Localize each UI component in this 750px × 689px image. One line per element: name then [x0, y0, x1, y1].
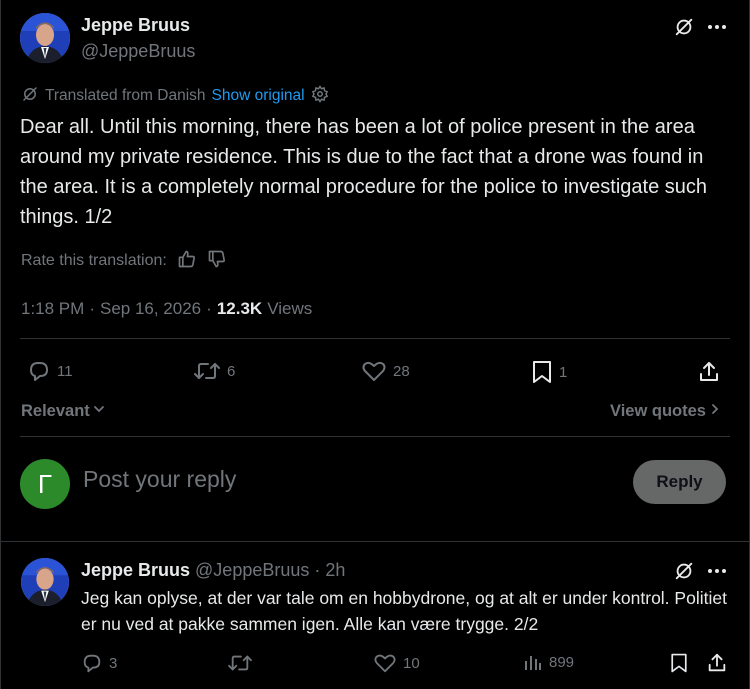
reply-repost-button[interactable]: [227, 652, 259, 674]
grok-translate-icon[interactable]: [671, 558, 697, 584]
more-icon[interactable]: [704, 558, 730, 584]
tweet-date[interactable]: Sep 16, 2026: [100, 299, 201, 319]
meta-separator: ·: [89, 299, 95, 318]
translation-notice: Translated from Danish Show original: [21, 84, 329, 108]
reply-icon: [27, 359, 51, 383]
views-label: Views: [267, 299, 313, 318]
reply-input[interactable]: Post your reply: [83, 466, 236, 493]
translated-from-label: Translated from Danish: [45, 87, 206, 104]
rate-label: Rate this translation:: [21, 252, 167, 269]
chevron-right-icon: [708, 402, 722, 421]
reply-reply-button[interactable]: 3: [81, 652, 117, 674]
reply-like-button[interactable]: 10: [373, 652, 420, 674]
tweet-text: Dear all. Until this morning, there has …: [20, 116, 708, 228]
chevron-down-icon: [92, 402, 106, 421]
author-name[interactable]: Jeppe Bruus: [81, 15, 190, 36]
repost-button[interactable]: 6: [193, 359, 235, 383]
author-avatar[interactable]: [20, 13, 70, 63]
reply-author-avatar[interactable]: [21, 558, 69, 606]
composer-avatar: Γ: [20, 459, 70, 509]
tweet-detail-page: Jeppe Bruus @JeppeBruus Translated from …: [0, 0, 750, 689]
translate-icon: [21, 85, 39, 108]
reply-header: Jeppe Bruus @JeppeBruus · 2h: [81, 560, 345, 581]
grok-translate-icon[interactable]: [671, 14, 697, 40]
thumbs-down-icon[interactable]: [207, 249, 227, 274]
view-quotes-label: View quotes: [610, 401, 706, 420]
divider: [20, 338, 730, 339]
reply-views-button[interactable]: 899: [523, 652, 574, 672]
like-icon: [361, 359, 387, 383]
divider: [1, 541, 749, 542]
sort-label: Relevant: [21, 401, 90, 420]
thumbs-up-icon[interactable]: [177, 249, 197, 274]
bookmark-icon[interactable]: [667, 651, 691, 675]
share-icon[interactable]: [695, 358, 723, 386]
reply-reply-count: 3: [109, 654, 118, 672]
reply-handle-time[interactable]: @JeppeBruus · 2h: [195, 560, 345, 581]
tweet-meta: 1:18 PM · Sep 16, 2026 · 12.3K Views: [21, 298, 312, 320]
reply-tweet-text: Jeg kan oplyse, at der var tale om en ho…: [81, 588, 727, 634]
divider: [20, 436, 730, 437]
share-icon[interactable]: [705, 651, 729, 675]
gear-icon[interactable]: [311, 84, 329, 108]
tweet-time[interactable]: 1:18 PM: [21, 299, 84, 319]
reply-author-name[interactable]: Jeppe Bruus: [81, 560, 190, 581]
more-icon[interactable]: [704, 14, 730, 40]
sort-dropdown[interactable]: Relevant: [21, 400, 106, 422]
like-button[interactable]: 28: [361, 359, 410, 383]
author-handle[interactable]: @JeppeBruus: [81, 41, 195, 62]
reply-icon: [81, 652, 103, 674]
reply-count: 11: [57, 362, 73, 380]
reply-submit-button[interactable]: Reply: [633, 460, 726, 504]
bookmark-icon: [531, 359, 553, 385]
bookmark-button[interactable]: 1: [531, 359, 567, 385]
views-icon: [523, 652, 543, 672]
like-icon: [373, 652, 397, 674]
bookmark-count: 1: [559, 363, 568, 381]
views-count: 12.3K: [216, 299, 263, 318]
show-original-link[interactable]: Show original: [212, 87, 305, 105]
meta-separator: ·: [206, 299, 212, 318]
like-count: 28: [393, 362, 410, 380]
repost-count: 6: [227, 362, 236, 380]
reply-button[interactable]: 11: [27, 359, 73, 383]
repost-icon: [227, 652, 253, 674]
reply-views-count: 899: [549, 653, 575, 671]
repost-icon: [193, 359, 221, 383]
view-quotes-link[interactable]: View quotes: [610, 400, 722, 422]
rate-translation: Rate this translation:: [21, 250, 227, 272]
reply-like-count: 10: [403, 654, 420, 672]
